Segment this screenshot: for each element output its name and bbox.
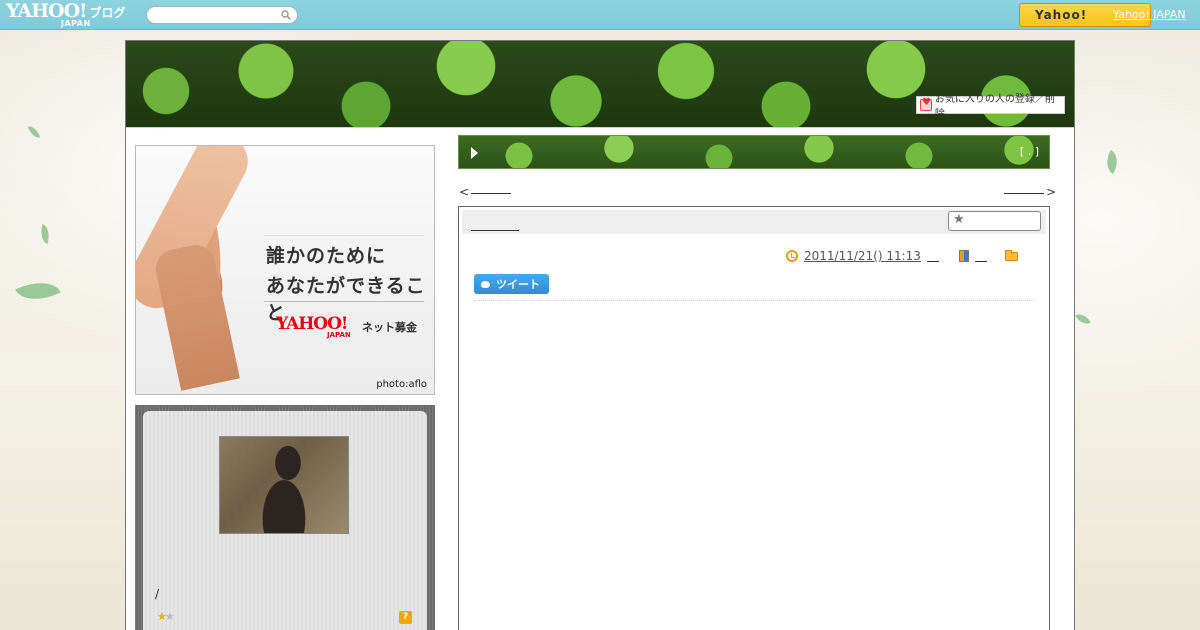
profile-inner: / ★★ ? xyxy=(143,411,427,630)
tweet-button[interactable]: ツイート xyxy=(474,274,549,294)
yahoo-blog-logo[interactable]: YAHOO! JAPAN ブログ xyxy=(6,1,126,29)
article-date-link[interactable]: 2011/11/21() 11:13 xyxy=(804,249,921,263)
search-icon[interactable] xyxy=(281,10,291,20)
avatar[interactable] xyxy=(219,436,349,534)
prev-article-link[interactable]: < xyxy=(459,185,513,199)
next-link-underline xyxy=(1004,185,1044,194)
ad-headline-1: 誰かのために xyxy=(266,245,387,267)
ad-caption: ネット募金 xyxy=(362,321,417,334)
title-bar-bracket: [ . ] xyxy=(1019,145,1039,158)
tweet-label: ツイート xyxy=(496,278,540,291)
star-empty-icon: ★ xyxy=(164,610,175,623)
yahoo-japan-link[interactable]: Yahoo! JAPAN xyxy=(1113,8,1186,21)
top-bar: YAHOO! JAPAN ブログ Yahoo! Yahoo! JAPAN xyxy=(0,0,1200,30)
ad-yahoo-logo-sub: JAPAN xyxy=(327,331,351,339)
heart-icon xyxy=(920,97,932,111)
help-icon[interactable]: ? xyxy=(399,611,412,624)
play-icon xyxy=(471,147,478,159)
search-input[interactable] xyxy=(146,6,298,24)
book-link-underline[interactable] xyxy=(974,251,987,262)
ad-photo-credit: photo:aflo xyxy=(376,379,427,390)
dotted-divider xyxy=(474,300,1034,301)
ad-divider xyxy=(264,301,424,302)
logo-text: YAHOO! xyxy=(6,0,87,22)
blog-title-bar: [ . ] xyxy=(458,135,1050,169)
next-arrow: > xyxy=(1046,185,1057,199)
rating-stars: ★★ xyxy=(157,610,175,623)
profile-panel: / ★★ ? xyxy=(135,405,435,630)
prev-link-underline xyxy=(471,185,512,194)
article-meta: 2011/11/21() 11:13 xyxy=(786,249,1018,263)
twitter-bird-icon xyxy=(480,279,492,289)
donation-ad-banner[interactable]: 誰かのために あなたができること YAHOO! JAPAN ネット募金 phot… xyxy=(135,145,435,395)
date-link-underline xyxy=(926,251,939,262)
ad-divider xyxy=(264,235,424,236)
logo-sub-text: JAPAN xyxy=(61,19,91,28)
favorite-label: お気に入りの人の登録／削除 xyxy=(934,94,1055,120)
favorite-register-button[interactable]: お気に入りの人の登録／削除 xyxy=(916,94,1065,120)
logo-blog-text: ブログ xyxy=(89,6,126,20)
blog-frame: お気に入りの人の登録／削除 誰かのために あなたができること YAHOO! JA… xyxy=(125,40,1075,630)
star-icon: ★ xyxy=(953,212,965,227)
article-title-link[interactable] xyxy=(471,230,519,231)
hand-illustration xyxy=(136,146,286,394)
profile-nickname: / xyxy=(155,587,160,601)
next-article-link[interactable]: > xyxy=(1002,185,1056,199)
header-banner: お気に入りの人の登録／削除 xyxy=(126,41,1074,128)
book-icon xyxy=(958,250,969,262)
prev-arrow: < xyxy=(459,185,470,199)
article: ★ 2011/11/21() 11:13 ツイート xyxy=(458,206,1050,630)
clock-icon xyxy=(786,250,798,262)
article-header: ★ xyxy=(462,210,1046,234)
star-filled-icon: ★ xyxy=(157,610,167,623)
favorite-star-button[interactable]: ★ xyxy=(948,211,1041,231)
folder-icon[interactable] xyxy=(1004,249,1018,261)
